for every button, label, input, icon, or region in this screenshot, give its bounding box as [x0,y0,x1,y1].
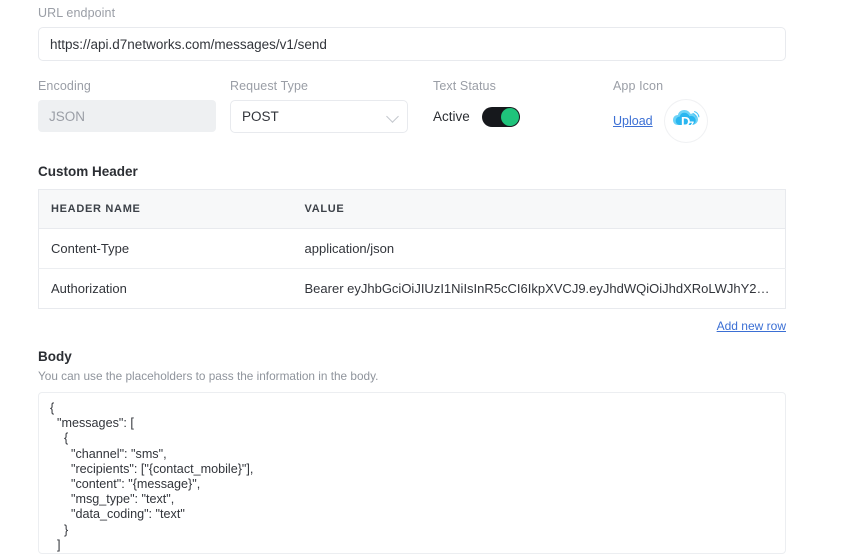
header-value-cell: Bearer eyJhbGciOiJIUzI1NiIsInR5cCI6IkpXV… [304,281,786,296]
request-type-group: Request Type POST [230,79,433,142]
options-row: Encoding Request Type POST Text Status A… [38,79,822,142]
app-icon-group: App Icon Upload D 7 [613,79,733,142]
app-icon-label: App Icon [613,79,664,93]
body-description: You can use the placeholders to pass the… [38,369,379,383]
header-name-cell: Authorization [51,281,127,296]
column-header-value: VALUE [292,189,786,229]
toggle-knob [500,107,519,126]
custom-header-title: Custom Header [38,164,138,179]
encoding-input [38,100,216,132]
add-new-row-container: Add new row [38,317,786,335]
d7-cloud-logo-icon: D 7 [664,100,707,142]
webhook-settings-form: URL endpoint Encoding Request Type POST … [0,0,860,556]
header-name-cell: Content-Type [38,228,293,269]
custom-header-table: HEADER NAME VALUE Content-Type applicati… [38,189,786,309]
add-new-row-link[interactable]: Add new row [717,319,786,333]
table-row[interactable]: Content-Type application/json [38,228,786,269]
text-status-label: Text Status [433,79,496,93]
encoding-label: Encoding [38,79,91,93]
request-type-label: Request Type [230,79,309,93]
url-endpoint-label: URL endpoint [38,6,116,20]
text-status-value: Active [433,109,470,124]
text-status-group: Text Status Active [433,79,613,142]
body-title: Body [38,349,72,364]
header-value-cell: application/json [292,228,786,269]
app-icon-control: Upload D 7 [613,100,733,142]
encoding-group: Encoding [38,79,230,142]
column-header-name: HEADER NAME [38,189,293,229]
text-status-toggle[interactable] [481,106,520,127]
table-header-row: HEADER NAME VALUE [38,189,786,229]
request-type-value[interactable]: POST [230,100,408,133]
svg-text:7: 7 [688,120,694,132]
upload-link[interactable]: Upload [613,114,653,128]
table-row[interactable]: Authorization Bearer eyJhbGciOiJIUzI1NiI… [39,269,786,309]
url-endpoint-group: URL endpoint [38,0,822,61]
url-endpoint-input[interactable] [38,27,786,61]
text-status-control: Active [433,100,613,133]
request-type-select[interactable]: POST [230,100,408,133]
body-textarea[interactable]: { "messages": [ { "channel": "sms", "rec… [38,392,786,554]
